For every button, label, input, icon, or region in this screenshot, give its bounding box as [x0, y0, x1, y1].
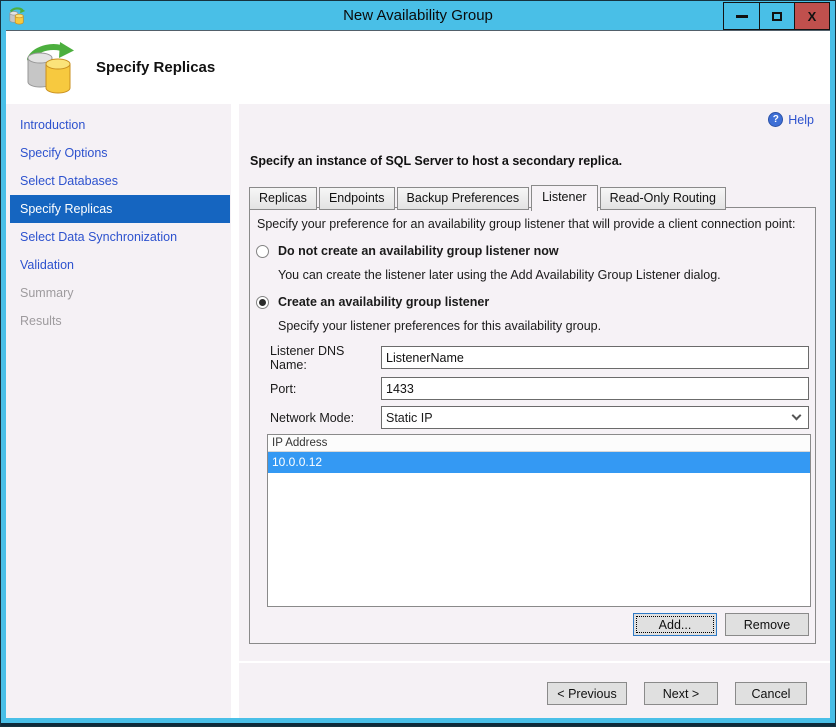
minimize-icon: [735, 14, 748, 18]
close-icon: X: [807, 8, 817, 24]
tab-read-only-routing[interactable]: Read-Only Routing: [599, 187, 726, 210]
ip-address-row[interactable]: 10.0.0.12: [268, 452, 810, 473]
sidebar-item-results: Results: [20, 314, 62, 328]
help-icon: ?: [768, 112, 784, 127]
sidebar-item-specify-replicas[interactable]: Specify Replicas: [10, 195, 230, 223]
sidebar-item-introduction[interactable]: Introduction: [10, 111, 231, 139]
window-controls: X: [723, 2, 830, 30]
listener-dns-name-input[interactable]: [381, 346, 809, 369]
remove-button[interactable]: Remove: [725, 613, 809, 636]
listener-dns-name-row: Listener DNS Name:: [270, 343, 809, 372]
wizard-header: Specify Replicas: [6, 31, 830, 103]
port-label: Port:: [270, 381, 297, 396]
titlebar: New Availability Group X: [1, 1, 835, 30]
tab-backup-preferences[interactable]: Backup Preferences: [396, 187, 530, 210]
wizard-steps-sidebar: Introduction Specify Options Select Data…: [6, 104, 231, 718]
next-button[interactable]: Next >: [644, 682, 718, 705]
chevron-down-icon: [791, 410, 802, 421]
content-area: ? Help Specify an instance of SQL Server…: [239, 104, 830, 718]
ip-address-list[interactable]: IP Address 10.0.0.12: [267, 434, 811, 607]
port-input[interactable]: [381, 377, 809, 400]
network-mode-select[interactable]: Static IP: [381, 406, 809, 429]
sidebar-item-summary: Summary: [20, 286, 74, 300]
option-create-listener-row: Create an availability group listener: [256, 295, 489, 309]
minimize-button[interactable]: [724, 3, 759, 29]
radio-no-listener[interactable]: [256, 244, 269, 258]
tab-strip: Replicas Endpoints Backup Preferences Li…: [249, 185, 728, 211]
tab-replicas[interactable]: Replicas: [249, 187, 317, 210]
listener-tab-panel: Specify your preference for an availabil…: [249, 207, 816, 644]
maximize-button[interactable]: [759, 3, 794, 29]
maximize-icon: [772, 11, 782, 21]
window-title: New Availability Group: [343, 7, 493, 24]
availability-group-icon: [27, 42, 74, 94]
wizard-footer: < Previous Next > Cancel: [239, 661, 830, 718]
network-mode-label: Network Mode:: [270, 410, 355, 425]
ip-list-buttons: Add... Remove: [633, 613, 809, 636]
add-button[interactable]: Add...: [633, 613, 717, 636]
tab-listener[interactable]: Listener: [531, 185, 598, 211]
option-no-listener-label[interactable]: Do not create an availability group list…: [278, 244, 559, 258]
close-button[interactable]: X: [794, 3, 829, 29]
sidebar-item-specify-options[interactable]: Specify Options: [10, 139, 231, 167]
option-no-listener-row: Do not create an availability group list…: [256, 244, 559, 258]
instruction-text: Specify an instance of SQL Server to hos…: [250, 154, 623, 168]
tab-endpoints[interactable]: Endpoints: [318, 187, 395, 210]
sidebar-item-validation[interactable]: Validation: [10, 251, 231, 279]
help-link[interactable]: ? Help: [768, 112, 814, 127]
cancel-button[interactable]: Cancel: [735, 682, 807, 705]
previous-button[interactable]: < Previous: [547, 682, 627, 705]
ip-address-column-header[interactable]: IP Address: [268, 435, 810, 452]
port-row: Port:: [270, 377, 809, 400]
network-mode-value: Static IP: [386, 410, 433, 425]
page-title: Specify Replicas: [96, 58, 216, 76]
sidebar-item-select-data-synchronization[interactable]: Select Data Synchronization: [10, 223, 231, 251]
radio-create-listener[interactable]: [256, 295, 269, 309]
help-label: Help: [788, 112, 814, 127]
sidebar-item-select-databases[interactable]: Select Databases: [10, 167, 231, 195]
main-area: Introduction Specify Options Select Data…: [6, 104, 830, 718]
dialog-body: Specify Replicas Introduction Specify Op…: [6, 30, 830, 718]
network-mode-row: Network Mode: Static IP: [270, 406, 809, 429]
listener-dns-name-label: Listener DNS Name:: [270, 343, 345, 372]
option-create-listener-label[interactable]: Create an availability group listener: [278, 295, 489, 309]
listener-intro-text: Specify your preference for an availabil…: [257, 217, 796, 231]
option-no-listener-description: You can create the listener later using …: [278, 268, 721, 282]
wizard-window: New Availability Group X Specify Replica…: [0, 0, 836, 727]
option-create-listener-description: Specify your listener preferences for th…: [278, 319, 602, 333]
